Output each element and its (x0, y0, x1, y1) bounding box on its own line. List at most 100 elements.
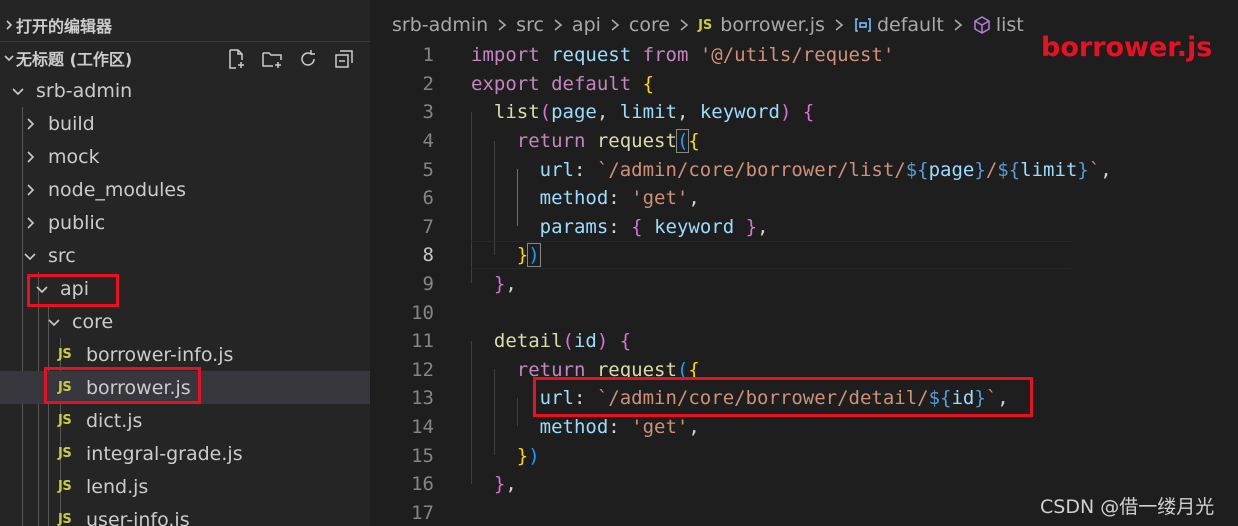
new-folder-icon[interactable] (258, 47, 286, 71)
line-number: 1 (422, 44, 434, 67)
line-number: 17 (411, 501, 434, 524)
breadcrumb-item[interactable]: core (629, 14, 670, 36)
code-line: 5 url: `/admin/core/borrower/list/${page… (370, 155, 1238, 184)
tree-item-label: core (72, 310, 114, 333)
js-file-icon: JS (58, 512, 72, 526)
code-text: detail(id) { (493, 330, 632, 353)
chevron-down-icon (10, 83, 26, 99)
current-line-highlight (471, 241, 1071, 270)
open-editors-header[interactable]: 打开的编辑器 (0, 8, 370, 41)
line-number: 12 (411, 358, 434, 381)
code-line: 6 method: 'get', (370, 184, 1238, 213)
tree-item-label: borrower-info.js (86, 343, 234, 366)
chevron-right-icon (496, 18, 508, 32)
code-line: 7 params: { keyword }, (370, 213, 1238, 242)
code-line: 11 detail(id) { (370, 327, 1238, 356)
breadcrumb-item[interactable]: api (572, 14, 601, 36)
breadcrumb-symbol-default[interactable]: default (877, 14, 944, 36)
collapse-all-icon[interactable] (330, 47, 358, 71)
code-text: list(page, limit, keyword) { (493, 101, 815, 124)
line-number: 4 (422, 130, 434, 153)
code-text: export default { (471, 72, 655, 95)
chevron-right-icon (22, 182, 38, 198)
code-line: 9 }, (370, 270, 1238, 299)
line-number: 16 (411, 473, 434, 496)
tree-file-dict[interactable]: JS dict.js (0, 404, 370, 437)
chevron-right-icon (952, 18, 964, 32)
chevron-right-icon (22, 149, 38, 165)
line-number: 8 (422, 244, 434, 267)
chevron-down-icon (2, 52, 16, 64)
code-text: }) (516, 243, 541, 268)
js-file-icon: JS (58, 479, 72, 494)
tree-folder-build[interactable]: build (0, 107, 370, 140)
open-editors-label: 打开的编辑器 (16, 16, 113, 36)
line-number: 14 (411, 416, 434, 439)
js-file-icon: JS (698, 17, 713, 33)
code-text: }) (516, 444, 540, 467)
annotation-label: borrower.js (1041, 32, 1213, 63)
code-text: method: 'get', (539, 416, 700, 439)
js-file-icon: JS (58, 413, 72, 428)
tree-item-label: public (48, 211, 106, 234)
tree-file-user-info[interactable]: JS user-info.js (0, 503, 370, 526)
chevron-down-icon (46, 314, 62, 330)
chevron-right-icon (609, 18, 621, 32)
symbol-variable-icon (853, 15, 873, 35)
tree-item-label: integral-grade.js (86, 442, 243, 465)
tree-item-label: build (48, 112, 95, 135)
tree-file-lend[interactable]: JS lend.js (0, 470, 370, 503)
line-number: 5 (422, 158, 434, 181)
tree-folder-core[interactable]: core (0, 305, 370, 338)
breadcrumb-symbol-list[interactable]: list (996, 14, 1024, 36)
workspace-header[interactable]: 无标题 (工作区) (0, 41, 370, 74)
new-file-icon[interactable] (222, 47, 250, 71)
code-line: 2 export default { (370, 70, 1238, 99)
workspace-label: 无标题 (工作区) (16, 50, 133, 69)
js-file-icon: JS (58, 446, 72, 461)
breadcrumb: srb-admin src api core JS borrower.js de… (370, 8, 1024, 42)
chevron-right-icon (833, 18, 845, 32)
code-line: 4 return request({ (370, 127, 1238, 156)
tree-item-label: srb-admin (36, 79, 133, 102)
tree-folder-src[interactable]: src (0, 239, 370, 272)
line-number: 9 (422, 273, 434, 296)
tree-folder-public[interactable]: public (0, 206, 370, 239)
code-text: params: { keyword }, (539, 215, 769, 238)
highlight-box-api (27, 274, 119, 307)
tree-item-label: lend.js (86, 475, 149, 498)
tree-folder-srb-admin[interactable]: srb-admin (0, 74, 370, 107)
line-number: 13 (411, 387, 434, 410)
watermark: CSDN @借一缕月光 (1040, 496, 1215, 518)
code-text: url: `/admin/core/borrower/list/${page}/… (539, 158, 1112, 181)
chevron-right-icon (22, 215, 38, 231)
tree-item-label: src (48, 244, 76, 267)
line-number: 6 (422, 187, 434, 210)
line-number: 2 (422, 72, 434, 95)
code-text: return request({ (516, 129, 700, 154)
tree-folder-mock[interactable]: mock (0, 140, 370, 173)
code-text: }, (493, 273, 517, 296)
code-line: 3 list(page, limit, keyword) { (370, 98, 1238, 127)
tree-item-label: mock (48, 145, 100, 168)
highlight-box-borrower (44, 367, 201, 404)
code-line: 14 method: 'get', (370, 413, 1238, 442)
symbol-method-icon (972, 15, 992, 35)
line-number: 7 (422, 215, 434, 238)
highlight-box-detail-url (533, 377, 1033, 417)
tree-folder-node-modules[interactable]: node_modules (0, 173, 370, 206)
code-text: }, (493, 473, 517, 496)
code-line: 15 }) (370, 441, 1238, 470)
code-area[interactable]: 1 import request from '@/utils/request' … (370, 41, 1238, 526)
chevron-right-icon (2, 19, 16, 31)
code-text: import request from '@/utils/request' (471, 44, 895, 67)
breadcrumb-item[interactable]: srb-admin (392, 14, 488, 36)
line-number: 3 (422, 101, 434, 124)
tree-file-integral-grade[interactable]: JS integral-grade.js (0, 437, 370, 470)
chevron-right-icon (552, 18, 564, 32)
code-line: 10 (370, 298, 1238, 327)
breadcrumb-file[interactable]: borrower.js (720, 14, 825, 36)
explorer-sidebar: 打开的编辑器 无标题 (工作区) srb-admin build mock no… (0, 0, 370, 526)
refresh-icon[interactable] (294, 47, 322, 71)
breadcrumb-item[interactable]: src (516, 14, 544, 36)
